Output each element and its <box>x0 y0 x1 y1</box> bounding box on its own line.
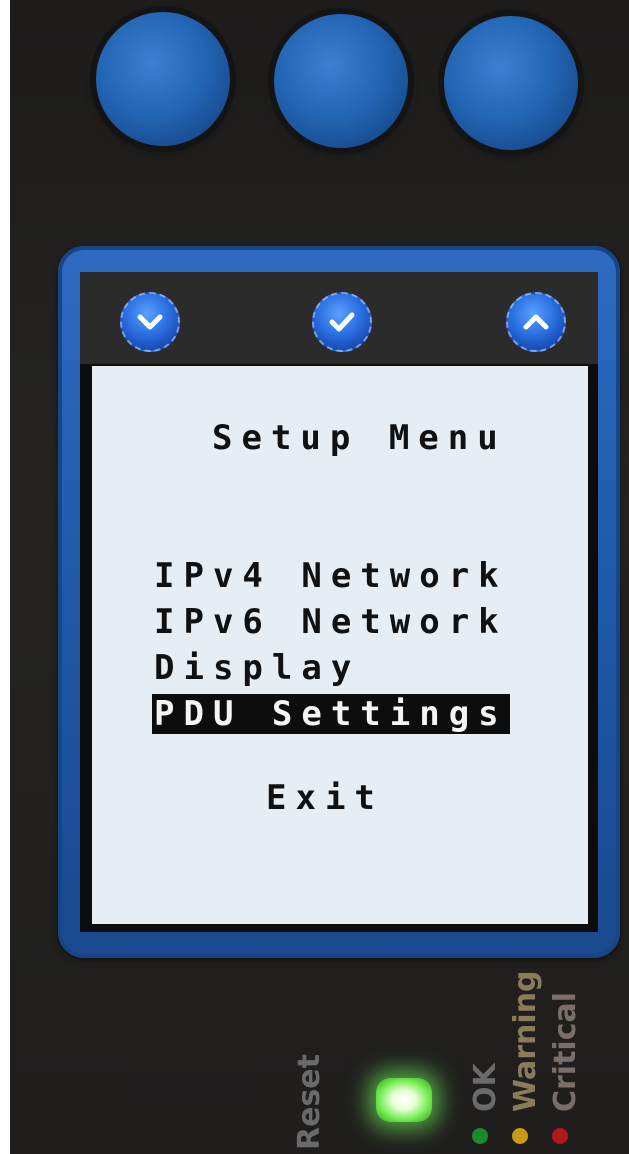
ok-status-led <box>472 1128 488 1144</box>
menu-item-ipv6-network[interactable]: IPv6 Network <box>152 602 510 642</box>
screen-frame: Setup Menu IPv4 Network IPv6 Network Dis… <box>80 272 598 932</box>
pdu-control-panel: Setup Menu IPv4 Network IPv6 Network Dis… <box>10 0 629 1154</box>
chevron-down-icon <box>137 314 163 330</box>
menu-item-pdu-settings-selected[interactable]: PDU Settings <box>152 694 510 734</box>
warning-status-led <box>512 1128 528 1144</box>
softkey-ok[interactable] <box>312 292 372 352</box>
ok-status-label: OK <box>468 1063 503 1112</box>
menu-item-ipv4-network[interactable]: IPv4 Network <box>152 556 510 596</box>
lcd-screen: Setup Menu IPv4 Network IPv6 Network Dis… <box>92 366 588 924</box>
softkey-down[interactable] <box>120 292 180 352</box>
hardware-button-right[interactable] <box>444 16 578 150</box>
menu-title: Setup Menu <box>212 418 507 458</box>
menu-item-display[interactable]: Display <box>152 648 362 688</box>
reset-button-led[interactable] <box>376 1078 432 1122</box>
critical-status-led <box>552 1128 568 1144</box>
warning-status-label: Warning <box>508 970 543 1112</box>
chevron-up-icon <box>523 314 549 330</box>
softkey-up[interactable] <box>506 292 566 352</box>
menu-item-exit[interactable]: Exit <box>264 778 386 818</box>
critical-status-label: Critical <box>548 991 583 1112</box>
hardware-button-left[interactable] <box>96 12 230 146</box>
softkey-bar <box>80 272 598 364</box>
hardware-button-center[interactable] <box>274 14 408 148</box>
checkmark-icon <box>329 312 355 332</box>
reset-label: Reset <box>292 1054 327 1150</box>
display-bezel: Setup Menu IPv4 Network IPv6 Network Dis… <box>58 246 620 958</box>
